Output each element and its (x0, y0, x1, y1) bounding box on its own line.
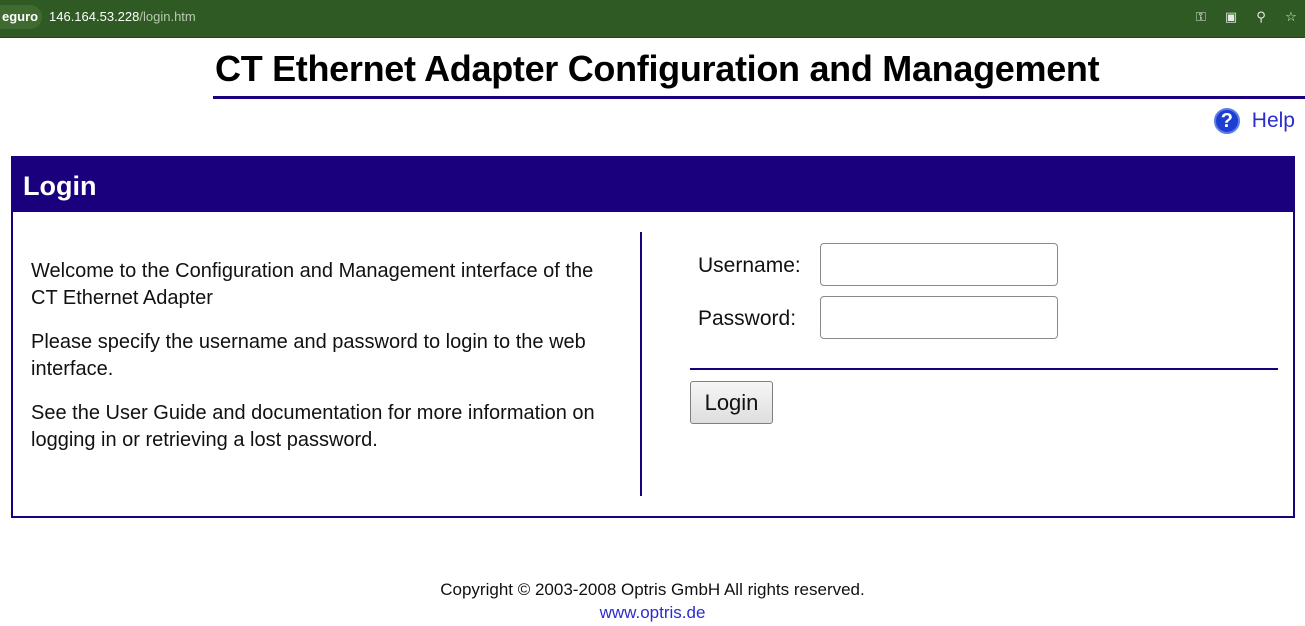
username-input[interactable] (820, 243, 1058, 286)
intro-paragraph-user-guide: See the User Guide and documentation for… (31, 402, 595, 451)
form-divider (690, 368, 1278, 370)
browser-address-bar: eguro 146.164.53.228/login.htm ⚿ ▣ ⚲ ☆ (0, 0, 1305, 38)
help-link[interactable]: ? Help (1213, 108, 1295, 134)
login-panel: Login Welcome to the Configuration and M… (11, 156, 1295, 518)
copyright-text: Copyright © 2003-2008 Optris GmbH All ri… (440, 580, 865, 599)
username-label: Username: (698, 254, 801, 277)
help-label[interactable]: Help (1252, 109, 1295, 133)
bookmark-star-icon[interactable]: ☆ (1283, 9, 1299, 25)
optris-link[interactable]: www.optris.de (600, 603, 706, 622)
password-input[interactable] (820, 296, 1058, 339)
url-host: 146.164.53.228 (49, 9, 140, 24)
url-path: /login.htm (139, 9, 196, 24)
key-icon[interactable]: ⚿ (1193, 9, 1209, 25)
panel-vertical-divider (640, 232, 642, 496)
url-field[interactable]: 146.164.53.228/login.htm (49, 9, 196, 24)
intro-paragraph-welcome: Welcome to the Configuration and Managem… (31, 260, 594, 309)
translate-icon[interactable]: ▣ (1223, 9, 1239, 25)
footer: Copyright © 2003-2008 Optris GmbH All ri… (0, 578, 1305, 624)
secure-indicator[interactable]: eguro (0, 5, 42, 29)
intro-text: Welcome to the Configuration and Managem… (31, 258, 601, 471)
login-panel-title: Login (13, 158, 1293, 212)
login-button[interactable]: Login (690, 381, 773, 424)
page-title: CT Ethernet Adapter Configuration and Ma… (215, 48, 1100, 89)
question-icon[interactable]: ? (1213, 108, 1240, 134)
intro-paragraph-instructions: Please specify the username and password… (31, 331, 586, 380)
password-label: Password: (698, 307, 797, 330)
title-divider (213, 96, 1305, 99)
zoom-icon[interactable]: ⚲ (1253, 9, 1269, 25)
address-bar-icons: ⚿ ▣ ⚲ ☆ (1193, 9, 1299, 25)
